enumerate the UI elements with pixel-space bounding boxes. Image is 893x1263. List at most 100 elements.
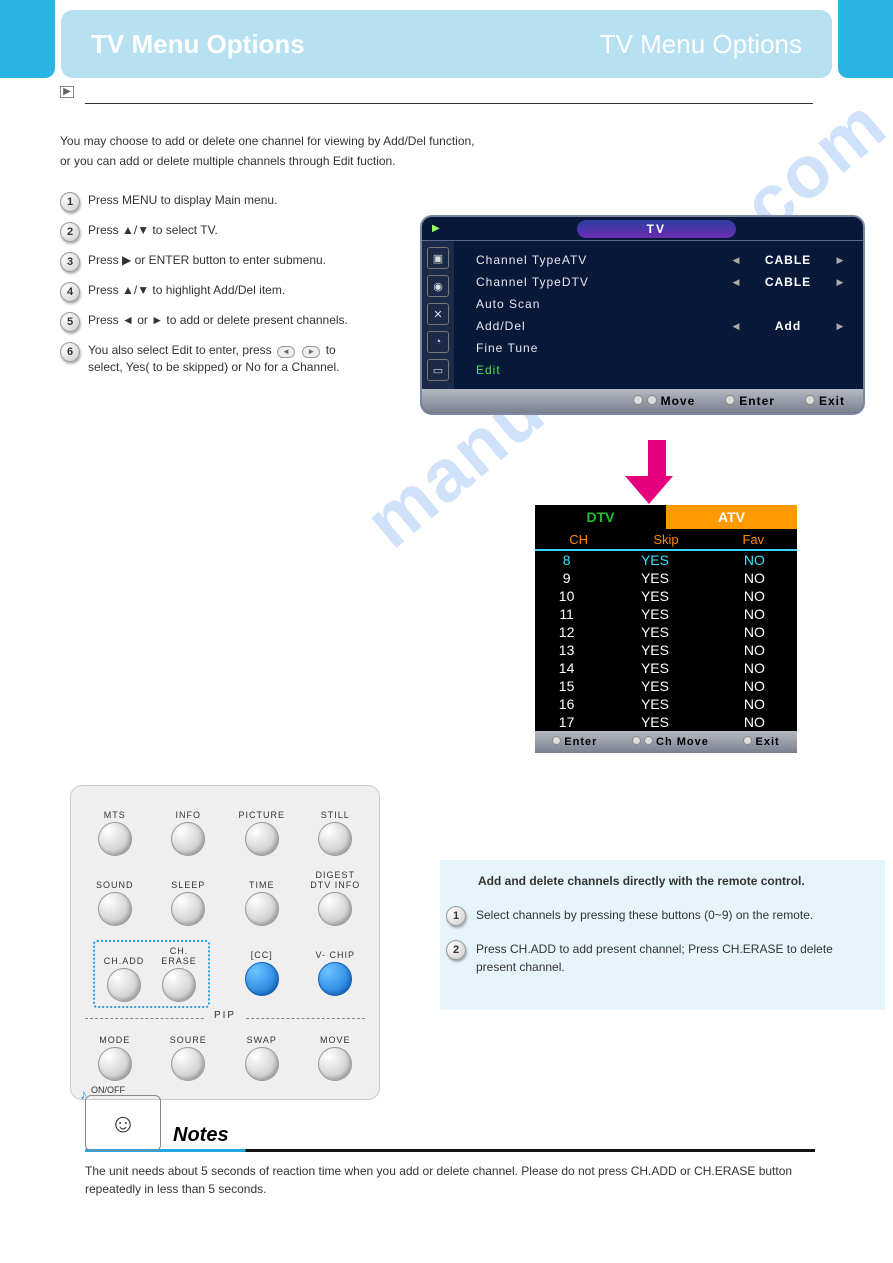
pip-label: PIP	[204, 1010, 246, 1021]
section-title: Channel Setting	[95, 78, 232, 99]
remote-btn-still[interactable]: STILL	[318, 800, 352, 856]
chevron-right-icon: ▶	[432, 223, 440, 234]
step-text: Press ◄ or ► to add or delete present ch…	[88, 312, 360, 332]
osd-tv-menu: ▶ TV ▣ ◉ ✕ ◔ ▭ Channel TypeATV ◀ CABLE ▶…	[420, 215, 865, 415]
col-skip: Skip	[622, 529, 709, 549]
table-row[interactable]: 10YESNO	[535, 587, 797, 605]
osd-row-add-del[interactable]: Add/Del ◀ Add ▶	[476, 315, 847, 337]
chevron-left-icon[interactable]: ◀	[729, 321, 743, 332]
table-row[interactable]: 9YESNO	[535, 569, 797, 587]
table-row[interactable]: 13YESNO	[535, 641, 797, 659]
tab-dtv[interactable]: DTV	[535, 505, 666, 529]
chevron-right-icon[interactable]: ▶	[833, 277, 847, 288]
left-arrow-icon: ◄	[277, 346, 295, 358]
chevron-right-icon[interactable]: ▶	[833, 321, 847, 332]
osd2-table: 8YESNO9YESNO10YESNO11YESNO12YESNO13YESNO…	[535, 551, 797, 731]
remote-btn-move[interactable]: MOVE	[318, 1025, 352, 1081]
osd-hint-move: Move	[633, 394, 696, 408]
remote-btn-time[interactable]: TIME	[245, 870, 279, 926]
table-row[interactable]: 16YESNO	[535, 695, 797, 713]
step-text: Select channels by pressing these button…	[476, 906, 813, 926]
osd-label: Channel TypeDTV	[476, 275, 729, 289]
remote-control-illustration: MTS INFO PICTURE STILL SOUND SLEEP TIME …	[70, 785, 380, 1100]
osd-edit-table: DTV ATV CH Skip Fav 8YESNO9YESNO10YESNO1…	[535, 505, 797, 753]
table-row[interactable]: 8YESNO	[535, 551, 797, 569]
remote-btn-sound[interactable]: SOUND	[96, 870, 134, 926]
osd-label: Edit	[476, 363, 847, 377]
table-row[interactable]: 12YESNO	[535, 623, 797, 641]
table-row[interactable]: 17YESNO	[535, 713, 797, 731]
osd-row-auto-scan[interactable]: Auto Scan	[476, 293, 847, 315]
chevron-left-icon[interactable]: ◀	[729, 277, 743, 288]
osd-row-channel-type-dtv[interactable]: Channel TypeDTV ◀ CABLE ▶	[476, 271, 847, 293]
divider: PIP	[85, 1018, 365, 1019]
remote-btn-vchip[interactable]: V- CHIP	[315, 940, 355, 1008]
remote-btn-chadd[interactable]: CH.ADD	[99, 946, 148, 1002]
step-text: Press ▲/▼ to highlight Add/Del item.	[88, 282, 360, 302]
header-title-right: TV Menu Options	[600, 29, 802, 60]
osd-label: Fine Tune	[476, 341, 847, 355]
remote-btn-mode[interactable]: MODE	[98, 1025, 132, 1081]
osd-value: Add	[743, 319, 833, 333]
table-row[interactable]: 15YESNO	[535, 677, 797, 695]
osd2-header: CH Skip Fav	[535, 529, 797, 551]
step-number: 2	[60, 222, 80, 242]
tv-icon[interactable]: ▭	[427, 359, 449, 381]
remote-btn-cherase[interactable]: CH. ERASE	[155, 946, 204, 1002]
intro-line-2: or you can add or delete multiple channe…	[60, 152, 873, 170]
remote-highlight-box: CH.ADD CH. ERASE	[93, 940, 209, 1008]
remote-btn-mts[interactable]: MTS	[98, 800, 132, 856]
remote-btn-picture[interactable]: PICTURE	[238, 800, 285, 856]
remote-onoff-label: ON/OFF	[91, 1085, 369, 1095]
step-text: Press MENU to display Main menu.	[88, 192, 360, 212]
steps-list: 1 Press MENU to display Main menu. 2 Pre…	[60, 192, 360, 376]
remote-btn-cc[interactable]: [CC]	[245, 940, 279, 1008]
panel-title: Add and delete channels directly with th…	[478, 874, 871, 888]
osd-row-channel-type-atv[interactable]: Channel TypeATV ◀ CABLE ▶	[476, 249, 847, 271]
col-fav: Fav	[710, 529, 797, 549]
remote-btn-info[interactable]: INFO	[171, 800, 205, 856]
notes-section: ♪ ☺ Notes The unit needs about 5 seconds…	[85, 1095, 815, 1198]
notes-text: The unit needs about 5 seconds of reacti…	[85, 1162, 815, 1198]
step-text: Press ▲/▼ to select TV.	[88, 222, 360, 242]
time-icon[interactable]: ◔	[427, 331, 449, 353]
remote-btn-sleep[interactable]: SLEEP	[171, 870, 205, 926]
step-4: 4 Press ▲/▼ to highlight Add/Del item.	[60, 282, 360, 302]
table-row[interactable]: 11YESNO	[535, 605, 797, 623]
panel-step-1: 1 Select channels by pressing these butt…	[446, 906, 871, 926]
panel-step-2: 2 Press CH.ADD to add present channel; P…	[446, 940, 871, 976]
step-text: You also select Edit to enter, press ◄ ►…	[88, 342, 360, 376]
step-number: 3	[60, 252, 80, 272]
intro-text: You may choose to add or delete one chan…	[60, 132, 873, 170]
col-ch: CH	[535, 529, 622, 549]
audio-icon[interactable]: ◉	[427, 275, 449, 297]
step-3: 3 Press ▶ or ENTER button to enter subme…	[60, 252, 360, 272]
osd2-hint-chmove: Ch Move	[632, 736, 709, 748]
table-row[interactable]: 14YESNO	[535, 659, 797, 677]
step-text: Press CH.ADD to add present channel; Pre…	[476, 940, 871, 976]
step-5: 5 Press ◄ or ► to add or delete present …	[60, 312, 360, 332]
chevron-right-icon[interactable]: ▶	[833, 255, 847, 266]
tab-atv[interactable]: ATV	[666, 505, 797, 529]
osd-value: CABLE	[743, 275, 833, 289]
osd-value: CABLE	[743, 253, 833, 267]
picture-icon[interactable]: ▣	[427, 247, 449, 269]
notes-title: Notes	[173, 1124, 229, 1147]
osd-row-fine-tune[interactable]: Fine Tune	[476, 337, 847, 359]
header-right-tab	[838, 0, 893, 78]
remote-btn-source[interactable]: SOURE	[170, 1025, 207, 1081]
right-arrow-icon: ►	[302, 346, 320, 358]
osd-tab-tv[interactable]: TV	[577, 220, 736, 238]
chevron-left-icon[interactable]: ◀	[729, 255, 743, 266]
header-center: TV Menu Options TV Menu Options	[61, 10, 832, 78]
osd-menu-list: Channel TypeATV ◀ CABLE ▶ Channel TypeDT…	[454, 241, 863, 389]
arrow-down-icon	[640, 440, 673, 504]
step-number: 2	[446, 940, 466, 960]
osd-label: Channel TypeATV	[476, 253, 729, 267]
osd2-hint-exit: Exit	[743, 736, 779, 748]
osd-label: Add/Del	[476, 319, 729, 333]
osd-row-edit[interactable]: Edit	[476, 359, 847, 381]
remote-btn-digest-dtvinfo[interactable]: DIGEST DTV INFO	[310, 870, 360, 926]
tools-icon[interactable]: ✕	[427, 303, 449, 325]
remote-btn-swap[interactable]: SWAP	[245, 1025, 279, 1081]
